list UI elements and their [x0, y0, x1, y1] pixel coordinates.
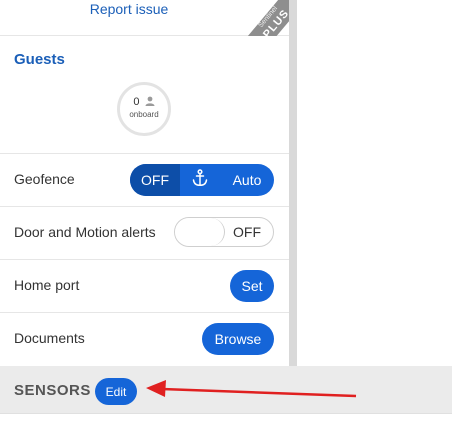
home-port-label: Home port	[14, 277, 80, 293]
edit-sensors-button[interactable]: Edit	[95, 378, 137, 405]
onboard-counter: 0 onboard	[117, 82, 171, 136]
door-motion-label: Door and Motion alerts	[14, 224, 156, 240]
door-motion-row: Door and Motion alerts OFF	[0, 207, 289, 260]
home-port-row: Home port Set	[0, 260, 289, 313]
geofence-row: Geofence OFF Auto	[0, 154, 289, 207]
toggle-knob	[175, 218, 225, 246]
anchor-icon	[192, 168, 208, 192]
onboard-count-value: 0	[133, 96, 140, 108]
geofence-segmented-control[interactable]: OFF Auto	[130, 164, 274, 196]
report-issue-link[interactable]: Report issue	[0, 1, 258, 17]
geofence-auto-option[interactable]: Auto	[220, 164, 274, 196]
documents-label: Documents	[14, 330, 85, 346]
door-motion-state: OFF	[233, 224, 261, 240]
guests-title: Guests	[14, 51, 65, 68]
set-home-port-button[interactable]: Set	[230, 270, 274, 302]
person-icon	[145, 96, 155, 109]
report-issue-row: Report issue Sentinel PLUS	[0, 0, 289, 36]
sensors-label: SENSORS	[14, 382, 91, 399]
geofence-label: Geofence	[14, 171, 75, 187]
settings-panel: Report issue Sentinel PLUS Guests 0 onbo…	[0, 0, 291, 366]
guests-section: Guests 0 onboard	[0, 36, 289, 154]
geofence-anchor-option[interactable]	[180, 164, 220, 196]
onboard-label: onboard	[129, 110, 159, 119]
scrollbar[interactable]	[289, 0, 297, 366]
geofence-off-option[interactable]: OFF	[130, 164, 180, 196]
browse-documents-button[interactable]: Browse	[202, 323, 274, 355]
annotation-arrow-icon	[146, 380, 357, 398]
documents-row: Documents Browse	[0, 313, 289, 366]
plus-badge: Sentinel PLUS	[237, 0, 289, 36]
door-motion-toggle[interactable]: OFF	[174, 217, 274, 247]
